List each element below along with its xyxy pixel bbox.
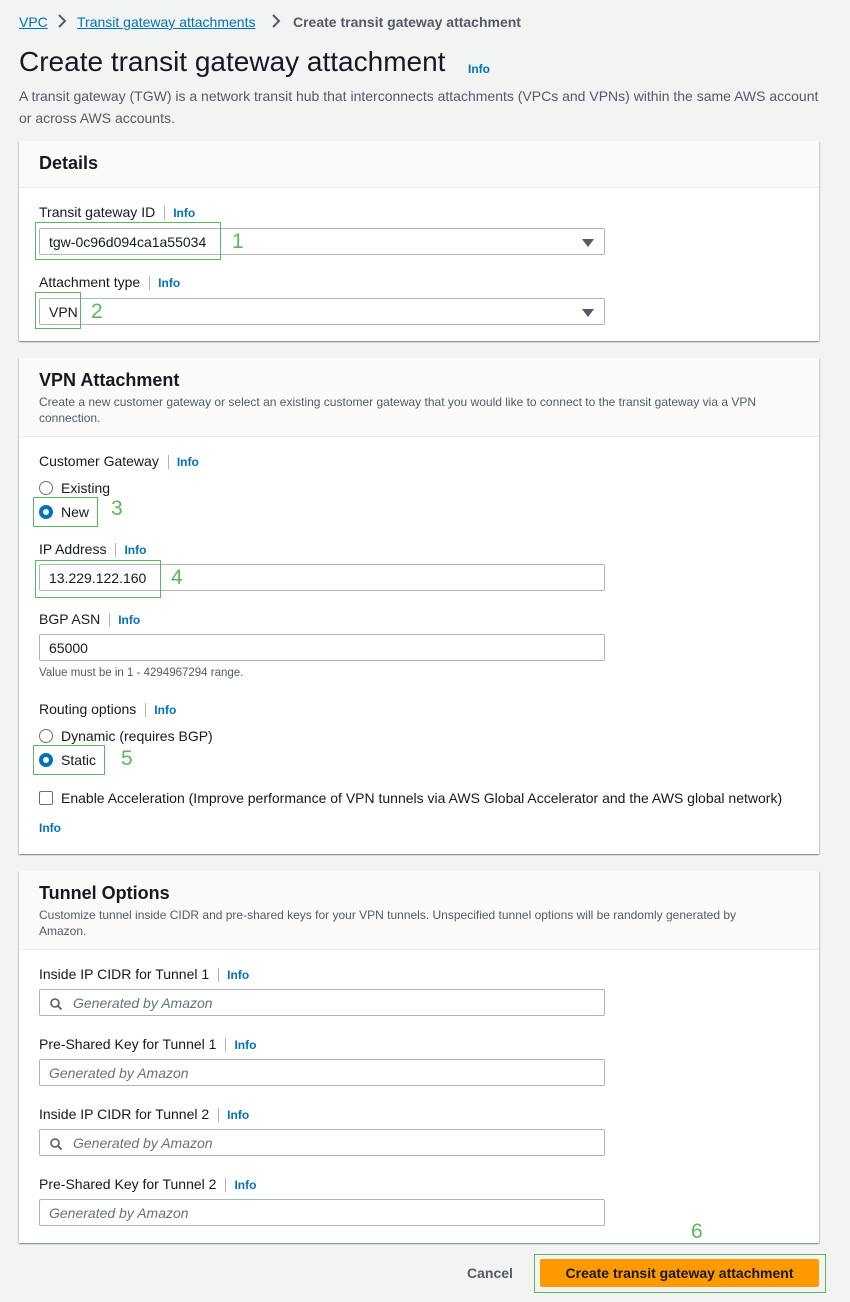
ip-address-label: IP Address Info [39,541,147,558]
cidr2-label: Inside IP CIDR for Tunnel 2 Info [39,1106,250,1123]
annotation-number-3: 3 [111,497,123,520]
tgw-id-info-link[interactable]: Info [173,206,195,220]
annotation-box-3 [33,497,98,527]
annotation-number-6: 6 [691,1220,703,1243]
routing-options-label: Routing options Info [39,701,177,718]
caret-down-icon [582,309,594,317]
bgp-asn-hint: Value must be in 1 - 4294967294 range. [39,667,244,679]
search-icon [50,997,63,1011]
cidr2-input[interactable]: Generated by Amazon [39,1129,605,1156]
psk1-info-link[interactable]: Info [234,1038,256,1052]
caret-down-icon [582,239,594,247]
annotation-box-5 [33,745,105,775]
attachment-type-select[interactable]: VPN [39,298,605,325]
routing-options-info-link[interactable]: Info [154,703,176,717]
chevron-right-icon [270,13,282,32]
bgp-asn-label: BGP ASN Info [39,611,141,628]
search-icon [50,1137,63,1151]
annotation-number-5: 5 [121,747,133,770]
psk1-label: Pre-Shared Key for Tunnel 1 Info [39,1036,257,1053]
vpn-description: Create a new customer gateway or select … [39,395,757,425]
tunnel-title: Tunnel Options [39,883,170,903]
attachment-type-label: Attachment type Info [39,274,181,291]
breadcrumb-vpc[interactable]: VPC [19,14,48,30]
vpn-attachment-panel: VPN Attachment Create a new customer gat… [19,358,819,854]
cidr1-label: Inside IP CIDR for Tunnel 1 Info [39,966,250,983]
annotation-box-1 [35,222,221,260]
breadcrumb-current: Create transit gateway attachment [293,14,521,30]
attachment-type-info-link[interactable]: Info [158,276,180,290]
cidr1-input[interactable]: Generated by Amazon [39,989,605,1016]
page-title: Create transit gateway attachment [19,46,446,77]
customer-gateway-info-link[interactable]: Info [177,455,199,469]
cidr1-info-link[interactable]: Info [227,968,249,982]
cidr2-info-link[interactable]: Info [227,1108,249,1122]
annotation-box-4 [35,560,161,598]
vpn-header: VPN Attachment Create a new customer gat… [19,358,819,437]
page-info-link[interactable]: Info [468,62,490,76]
tunnel-header: Tunnel Options Customize tunnel inside C… [19,871,819,950]
chevron-right-icon [56,13,68,32]
bgp-asn-input[interactable]: 65000 [39,634,605,661]
tgw-id-label: Transit gateway ID Info [39,204,196,221]
psk1-input[interactable]: Generated by Amazon [39,1059,605,1086]
ip-address-info-link[interactable]: Info [124,543,146,557]
annotation-number-1: 1 [232,230,244,253]
tunnel-options-panel: Tunnel Options Customize tunnel inside C… [19,871,819,1243]
cancel-button[interactable]: Cancel [467,1265,513,1281]
tunnel-description: Customize tunnel inside CIDR and pre-sha… [39,908,737,938]
acceleration-info-link[interactable]: Info [39,821,61,835]
psk2-input[interactable]: Generated by Amazon [39,1199,605,1226]
customer-gateway-label: Customer Gateway Info [39,453,199,470]
breadcrumb-tgw-attachments[interactable]: Transit gateway attachments [77,14,255,30]
page-description: A transit gateway (TGW) is a network tra… [19,88,819,126]
bgp-asn-info-link[interactable]: Info [118,613,140,627]
vpn-title: VPN Attachment [39,370,180,390]
psk2-info-link[interactable]: Info [234,1178,256,1192]
annotation-number-4: 4 [171,566,183,589]
annotation-number-2: 2 [91,300,103,323]
details-header: Details [19,141,819,188]
psk2-label: Pre-Shared Key for Tunnel 2 Info [39,1176,257,1193]
annotation-box-2 [35,292,81,329]
annotation-box-6 [534,1254,826,1293]
details-title: Details [39,153,99,173]
